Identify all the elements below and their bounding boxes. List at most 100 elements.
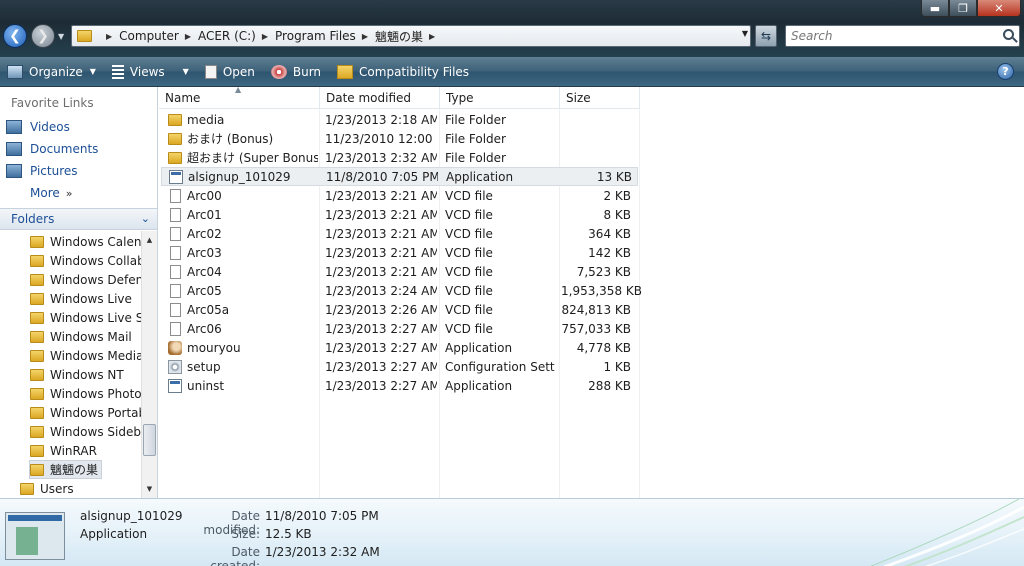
views-label: Views (129, 64, 165, 79)
close-button[interactable]: ✕ (977, 0, 1021, 17)
column-header-type[interactable]: Type (440, 87, 560, 109)
compatibility-files-button[interactable]: Compatibility Files (330, 59, 478, 85)
cell-size: 1 KB (603, 359, 631, 374)
cell-date: 1/23/2013 2:27 AM (325, 340, 437, 355)
file-icon (170, 226, 181, 241)
file-name: alsignup_101029 (188, 169, 291, 184)
tree-item[interactable]: Windows Collaboration (30, 251, 141, 270)
sort-ascending-icon: ▲ (235, 85, 242, 94)
tree-item[interactable]: Windows NT (30, 365, 124, 384)
breadcrumb-drive[interactable]: ACER (C:) (198, 29, 256, 43)
tree-item[interactable]: Windows Media (30, 346, 141, 365)
chevron-right-icon[interactable]: ▶ (185, 32, 191, 41)
column-header-size[interactable]: Size (560, 87, 640, 109)
file-name: setup (187, 359, 221, 374)
favorite-documents[interactable]: Documents (6, 142, 98, 156)
table-row[interactable]: setup 1/23/2013 2:27 AM Configuration Sett… (161, 357, 638, 376)
folders-header[interactable]: Folders ⌄ (0, 208, 157, 230)
cell-type: Application (445, 340, 513, 355)
table-row[interactable]: Arc06 1/23/2013 2:27 AM VCD file 757,033 KB (161, 319, 638, 338)
table-row[interactable]: Arc05 1/23/2013 2:24 AM VCD file 1,953,358 … (161, 281, 642, 300)
breadcrumb-current-folder[interactable]: 魑魎の巣 (375, 28, 423, 45)
column-header-date[interactable]: Date modified (320, 87, 440, 109)
search-input[interactable] (786, 26, 986, 46)
favorite-videos[interactable]: Videos (6, 120, 70, 134)
maximize-button[interactable]: ❐ (949, 0, 977, 17)
minimize-button[interactable]: ▬ (921, 0, 949, 17)
breadcrumb-program-files[interactable]: Program Files (275, 29, 356, 43)
cell-size: 142 KB (588, 245, 631, 260)
back-button[interactable]: ❮ (3, 24, 27, 48)
table-row[interactable]: Arc01 1/23/2013 2:21 AM VCD file 8 KB (161, 205, 638, 224)
details-value-modified: 11/8/2010 7:05 PM (265, 509, 379, 523)
table-row[interactable]: Arc04 1/23/2013 2:21 AM VCD file 7,523 KB (161, 262, 638, 281)
table-row[interactable]: Arc02 1/23/2013 2:21 AM VCD file 364 KB (161, 224, 638, 243)
app-icon (169, 169, 183, 184)
refresh-button[interactable]: ⇆ (755, 25, 777, 47)
chevron-right-icon[interactable]: ▶ (106, 32, 112, 41)
scroll-up-icon[interactable]: ▲ (142, 233, 157, 247)
recent-pages-dropdown[interactable]: ▼ (58, 32, 64, 41)
open-label: Open (222, 64, 255, 79)
tree-item-label: Users (40, 481, 74, 496)
breadcrumb-computer[interactable]: Computer (119, 29, 179, 43)
table-row[interactable]: 超おまけ (Super Bonus) 1/23/2013 2:32 AM File … (161, 148, 638, 167)
cell-date: 1/23/2013 2:27 AM (325, 359, 437, 374)
table-row[interactable]: おまけ (Bonus) 11/23/2010 12:00 ... File Fold… (161, 129, 638, 148)
scroll-down-icon[interactable]: ▼ (142, 482, 157, 496)
table-row[interactable]: alsignup_101029 11/8/2010 7:05 PM Applicat… (161, 167, 638, 186)
tree-item-label: WinRAR (50, 443, 97, 458)
open-file-icon (204, 64, 217, 79)
file-name: Arc05a (187, 302, 230, 317)
tree-item[interactable]: Windows Calendar (30, 232, 141, 251)
tree-item[interactable]: Windows Photo (30, 384, 141, 403)
table-row[interactable]: Arc03 1/23/2013 2:21 AM VCD file 142 KB (161, 243, 638, 262)
tree-item[interactable]: Windows Mail (30, 327, 132, 346)
cell-name: Arc03 (168, 245, 318, 260)
tree-item[interactable]: Windows Sidebar (30, 422, 141, 441)
table-row[interactable]: media 1/23/2013 2:18 AM File Folder (161, 110, 638, 129)
tree-item[interactable]: Windows Portable (30, 403, 141, 422)
table-row[interactable]: Arc00 1/23/2013 2:21 AM VCD file 2 KB (161, 186, 638, 205)
table-row[interactable]: Arc05a 1/23/2013 2:26 AM VCD file 824,813 K… (161, 300, 638, 319)
tree-item-label: Windows Calendar (50, 234, 141, 249)
folder-icon (30, 387, 44, 400)
chevron-right-icon[interactable]: ▶ (362, 32, 368, 41)
forward-button[interactable]: ❯ (31, 24, 55, 48)
open-button[interactable]: Open (198, 59, 264, 85)
column-header-name[interactable]: Name ▲ (159, 85, 320, 109)
tree-scrollbar[interactable]: ▲ ▼ (141, 231, 157, 498)
more-favorites-link[interactable]: More » (30, 186, 72, 200)
command-bar: Organize ▼ Views ▼ Open Burn Compatibili… (0, 57, 1024, 87)
chevron-right-icon[interactable]: ▶ (262, 32, 268, 41)
burn-button[interactable]: Burn (264, 59, 330, 85)
folders-title: Folders (11, 212, 55, 226)
tree-item-users[interactable]: Users (20, 479, 74, 498)
table-row[interactable]: mouryou 1/23/2013 2:27 AM Application 4,778… (161, 338, 638, 357)
cell-type: VCD file (445, 264, 493, 279)
tree-item[interactable]: Windows Live (30, 289, 132, 308)
cell-size: 8 KB (603, 207, 631, 222)
chevron-right-icon[interactable]: ▶ (429, 32, 435, 41)
scrollbar-thumb[interactable] (143, 424, 156, 456)
folder-icon (168, 113, 182, 126)
cell-date: 1/23/2013 2:24 AM (325, 283, 437, 298)
column-label: Date modified (326, 90, 412, 105)
organize-button[interactable]: Organize ▼ (0, 59, 105, 85)
views-button[interactable]: Views ▼ (105, 59, 198, 85)
tree-item[interactable]: Windows Defender (30, 270, 141, 289)
details-label-created: Date created: (210, 545, 260, 566)
tree-item[interactable]: WinRAR (30, 441, 97, 460)
details-label-size: Size: (231, 527, 260, 541)
search-icon[interactable] (1003, 29, 1014, 40)
file-icon (170, 207, 181, 222)
tree-item-selected[interactable]: 魑魎の巣 (29, 460, 103, 479)
tree-item[interactable]: Windows Live Sky (30, 308, 141, 327)
favorite-pictures[interactable]: Pictures (6, 164, 78, 178)
address-bar[interactable]: ▶ Computer ▶ ACER (C:) ▶ Program Files ▶… (71, 25, 751, 47)
cell-size: 2 KB (603, 188, 631, 203)
title-bar: ▬ ❐ ✕ ❮ ❯ ▼ ▶ Computer ▶ ACER (C:) ▶ Pro… (0, 0, 1024, 57)
address-dropdown[interactable]: ▼ (742, 29, 748, 38)
help-button[interactable]: ? (997, 63, 1014, 80)
table-row[interactable]: uninst 1/23/2013 2:27 AM Application 288 KB (161, 376, 638, 395)
